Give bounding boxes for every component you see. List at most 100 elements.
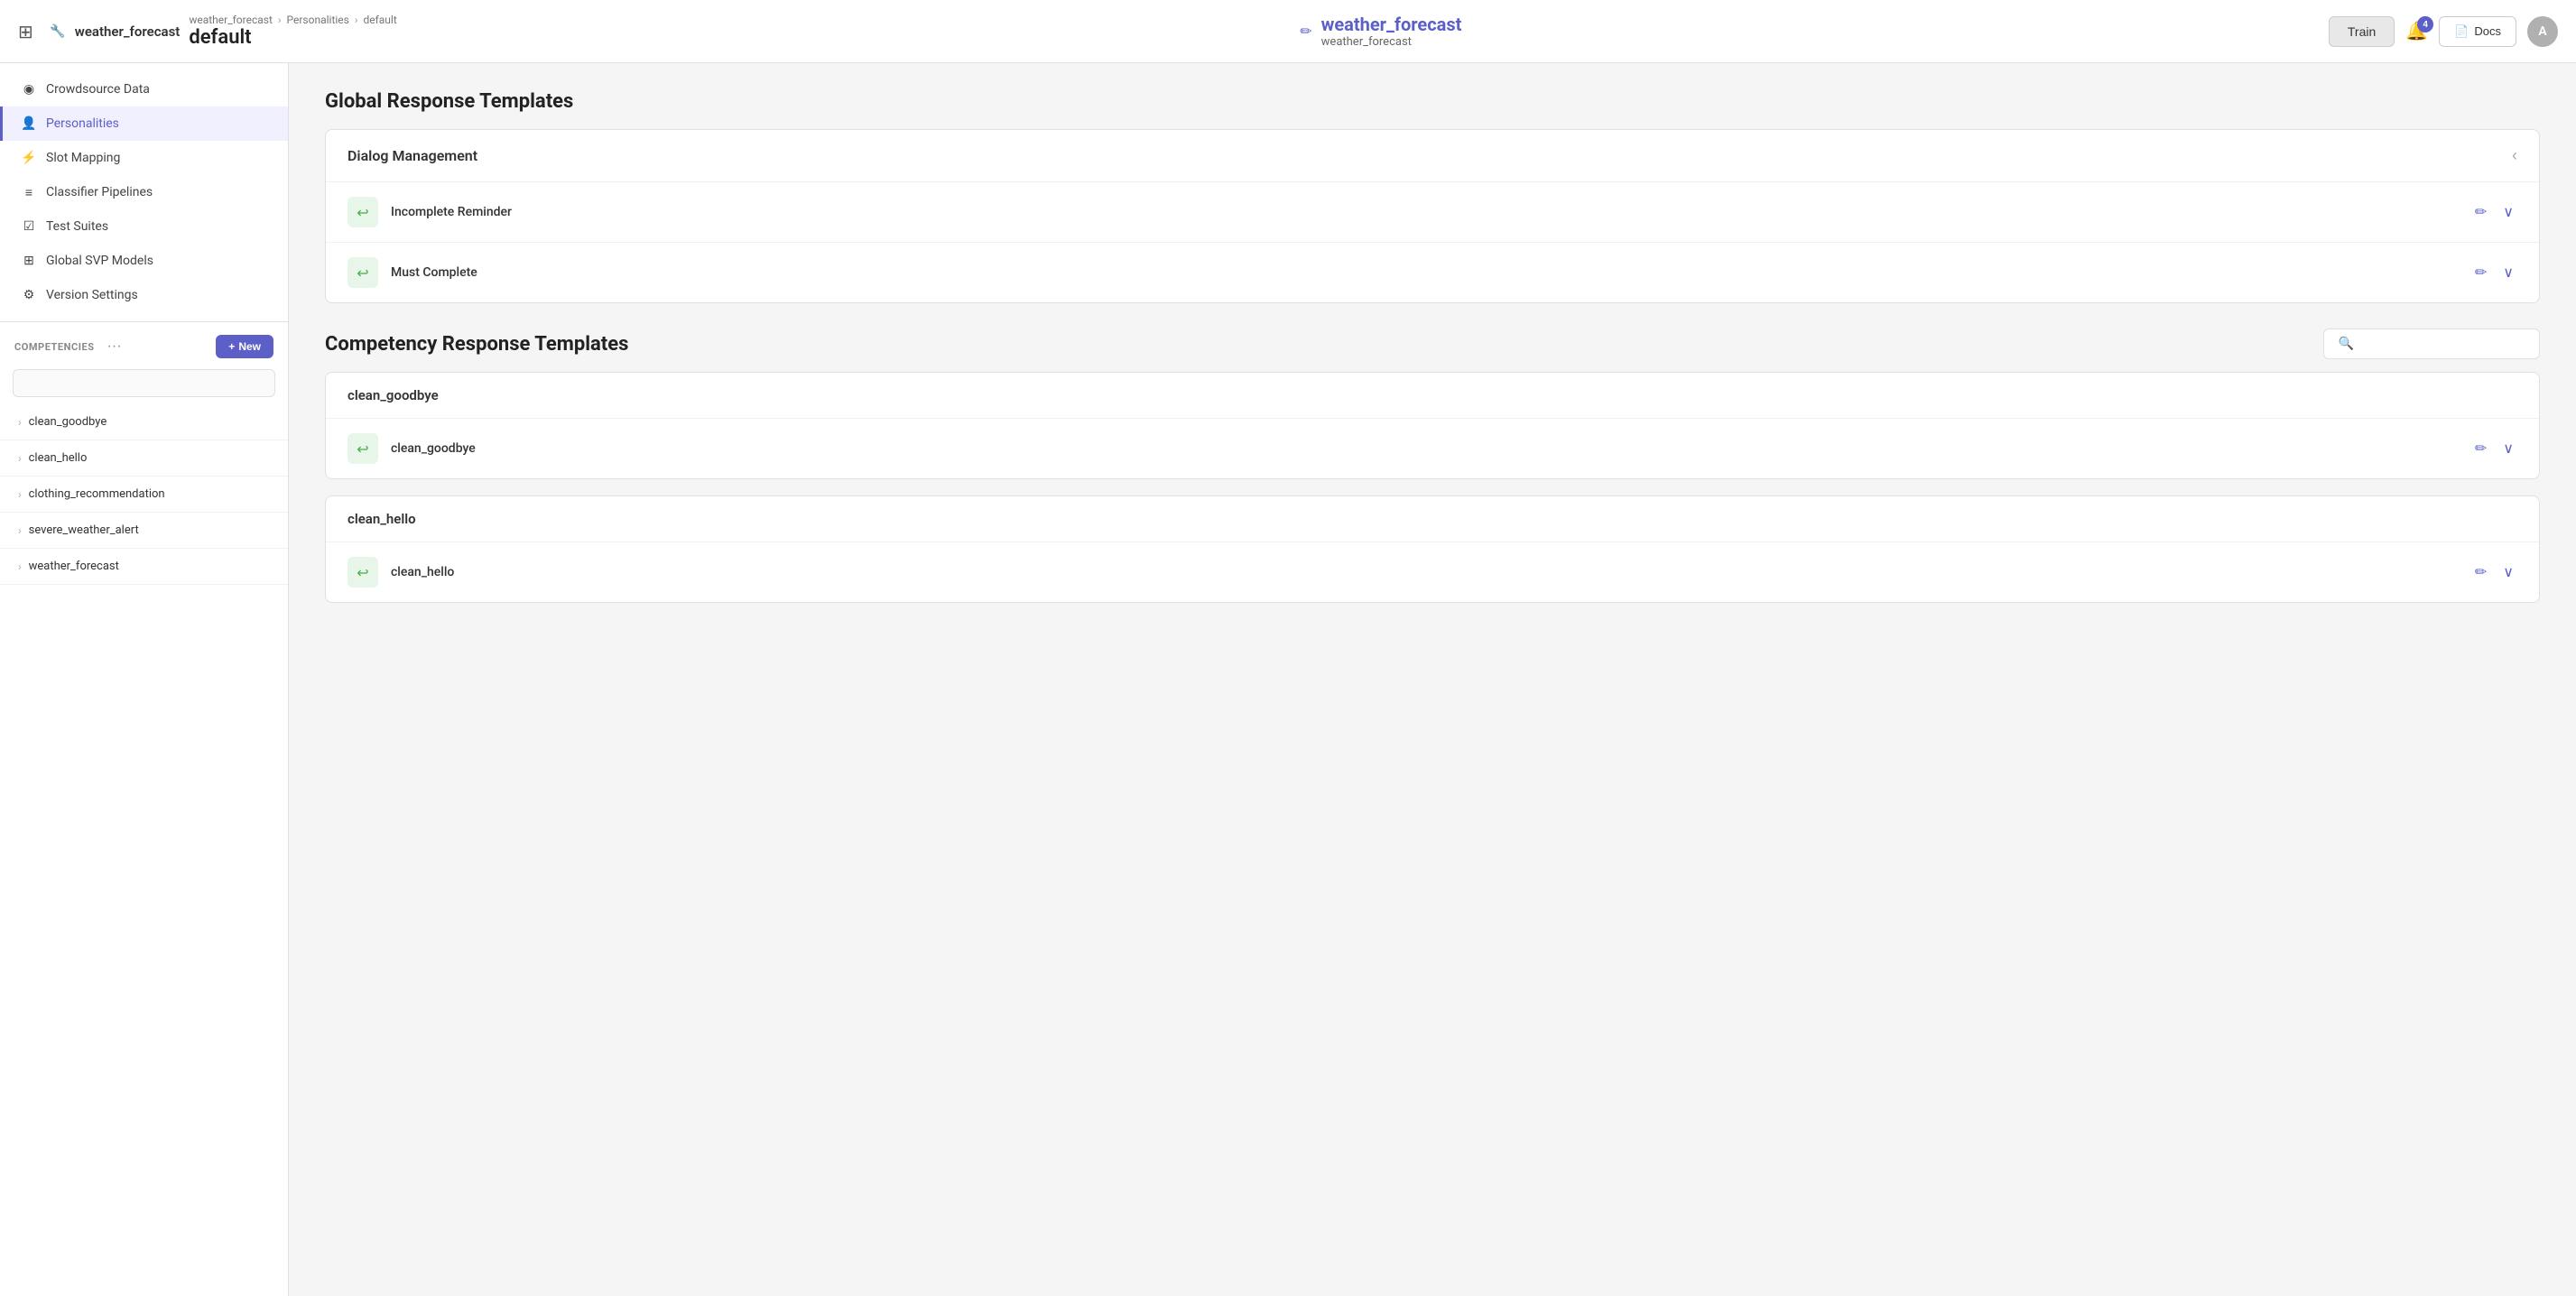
comp-label-weather_forecast: weather_forecast xyxy=(29,560,119,573)
clean-goodbye-edit-button[interactable]: ✏ xyxy=(2471,436,2490,461)
clean-goodbye-expand-button[interactable]: ∨ xyxy=(2499,436,2517,461)
incomplete-reminder-icon: ↩ xyxy=(347,197,378,227)
breadcrumb-project[interactable]: weather_forecast xyxy=(189,14,273,26)
competency-search-input[interactable] xyxy=(2361,337,2525,351)
classifier-pipelines-icon: ≡ xyxy=(21,184,37,200)
must-complete-edit-button[interactable]: ✏ xyxy=(2471,260,2490,285)
sidebar-search-input[interactable] xyxy=(13,369,275,397)
competencies-more-button[interactable]: ··· xyxy=(102,337,127,356)
comp-label-clothing_recommendation: clothing_recommendation xyxy=(29,487,165,501)
competencies-label: COMPETENCIES xyxy=(14,341,95,353)
dialog-management-label: Dialog Management xyxy=(347,147,477,164)
clean-hello-label: clean_hello xyxy=(391,565,2459,579)
sidebar-item-crowdsource[interactable]: ◉ Crowdsource Data xyxy=(0,72,288,106)
must-complete-expand-button[interactable]: ∨ xyxy=(2499,260,2517,285)
main-content: Global Response Templates Dialog Managem… xyxy=(289,63,2576,1296)
docs-icon: 📄 xyxy=(2454,24,2469,39)
header-center: ✏ weather_forecast weather_forecast xyxy=(397,14,2329,49)
version-settings-icon: ⚙ xyxy=(21,287,37,303)
app-title: weather_forecast xyxy=(75,23,181,40)
main-layout: ◉ Crowdsource Data 👤 Personalities ⚡ Slo… xyxy=(0,63,2576,1296)
clean-hello-expand-button[interactable]: ∨ xyxy=(2499,560,2517,585)
sidebar-item-slot-mapping[interactable]: ⚡ Slot Mapping xyxy=(0,141,288,175)
new-competency-button[interactable]: + New xyxy=(216,335,273,358)
clean-goodbye-group: clean_goodbye ↩ clean_goodbye ✏ ∨ xyxy=(325,372,2540,479)
incomplete-reminder-expand-button[interactable]: ∨ xyxy=(2499,199,2517,225)
must-complete-actions: ✏ ∨ xyxy=(2471,260,2517,285)
sidebar-item-test-suites[interactable]: ☑ Test Suites xyxy=(0,209,288,244)
sidebar-item-version-settings[interactable]: ⚙ Version Settings xyxy=(0,278,288,312)
new-label: New xyxy=(238,340,261,353)
competency-list: › clean_goodbye › clean_hello › clothing… xyxy=(0,404,288,585)
clean-goodbye-group-header: clean_goodbye xyxy=(326,373,2539,419)
comp-label-clean_goodbye: clean_goodbye xyxy=(29,415,107,429)
slot-mapping-label: Slot Mapping xyxy=(46,151,120,165)
global-svp-label: Global SVP Models xyxy=(46,254,153,268)
clean-goodbye-template-row: ↩ clean_goodbye ✏ ∨ xyxy=(326,419,2539,478)
breadcrumb-section[interactable]: Personalities xyxy=(287,14,349,26)
global-svp-icon: ⊞ xyxy=(21,253,37,269)
incomplete-reminder-actions: ✏ ∨ xyxy=(2471,199,2517,225)
comp-item-clean_goodbye[interactable]: › clean_goodbye xyxy=(0,404,288,440)
version-settings-label: Version Settings xyxy=(46,288,138,302)
sidebar-item-global-svp[interactable]: ⊞ Global SVP Models xyxy=(0,244,288,278)
test-suites-icon: ☑ xyxy=(21,218,37,235)
sidebar: ◉ Crowdsource Data 👤 Personalities ⚡ Slo… xyxy=(0,63,289,1296)
breadcrumb-path: weather_forecast › Personalities › defau… xyxy=(189,14,396,26)
sidebar-nav: ◉ Crowdsource Data 👤 Personalities ⚡ Slo… xyxy=(0,63,288,322)
header-right: Train 🔔 4 📄 Docs A xyxy=(2329,16,2558,47)
comp-item-weather_forecast[interactable]: › weather_forecast xyxy=(0,549,288,585)
comp-item-clothing_recommendation[interactable]: › clothing_recommendation xyxy=(0,477,288,513)
competencies-section-header: COMPETENCIES ··· + New xyxy=(0,322,288,366)
train-button[interactable]: Train xyxy=(2329,16,2395,47)
incomplete-reminder-edit-button[interactable]: ✏ xyxy=(2471,199,2490,225)
comp-item-severe_weather_alert[interactable]: › severe_weather_alert xyxy=(0,513,288,549)
wrench-icon: 🔧 xyxy=(50,23,66,40)
header-left: ⊞ 🔧 weather_forecast weather_forecast › … xyxy=(18,14,397,49)
dialog-management-header: Dialog Management ‹ xyxy=(326,130,2539,182)
comp-label-severe_weather_alert: severe_weather_alert xyxy=(29,523,139,537)
clean-hello-edit-button[interactable]: ✏ xyxy=(2471,560,2490,585)
apps-icon[interactable]: ⊞ xyxy=(18,21,33,42)
comp-chevron-weather_forecast: › xyxy=(18,560,22,573)
notification-button[interactable]: 🔔 4 xyxy=(2405,20,2428,42)
clean-goodbye-label: clean_goodbye xyxy=(391,441,2459,456)
breadcrumb: weather_forecast › Personalities › defau… xyxy=(189,14,396,49)
sidebar-item-classifier-pipelines[interactable]: ≡ Classifier Pipelines xyxy=(0,175,288,209)
clean-hello-template-row: ↩ clean_hello ✏ ∨ xyxy=(326,542,2539,602)
project-name-display: weather_forecast weather_forecast xyxy=(1321,14,1462,49)
breadcrumb-current[interactable]: default xyxy=(363,14,396,26)
competency-search-container: 🔍 xyxy=(2323,329,2540,359)
edit-pencil-icon[interactable]: ✏ xyxy=(1300,23,1311,40)
competencies-header-left: COMPETENCIES ··· xyxy=(14,337,127,356)
classifier-pipelines-label: Classifier Pipelines xyxy=(46,185,153,199)
avatar[interactable]: A xyxy=(2527,16,2558,47)
competency-response-title: Competency Response Templates xyxy=(325,333,628,356)
comp-chevron-severe_weather_alert: › xyxy=(18,524,22,537)
crowdsource-icon: ◉ xyxy=(21,81,37,97)
docs-button[interactable]: 📄 Docs xyxy=(2439,16,2516,47)
plus-icon: + xyxy=(228,340,235,353)
must-complete-label: Must Complete xyxy=(391,265,2459,280)
project-sub: weather_forecast xyxy=(1321,35,1462,49)
dialog-management-collapse[interactable]: ‹ xyxy=(2512,146,2517,165)
dialog-management-card: Dialog Management ‹ ↩ Incomplete Reminde… xyxy=(325,129,2540,303)
comp-chevron-clothing_recommendation: › xyxy=(18,488,22,501)
crowdsource-label: Crowdsource Data xyxy=(46,82,150,97)
comp-item-clean_hello[interactable]: › clean_hello xyxy=(0,440,288,477)
test-suites-label: Test Suites xyxy=(46,219,108,234)
sidebar-search-container xyxy=(0,366,288,404)
clean-goodbye-actions: ✏ ∨ xyxy=(2471,436,2517,461)
docs-label: Docs xyxy=(2474,24,2501,38)
comp-chevron-clean_goodbye: › xyxy=(18,416,22,429)
breadcrumb-arrow-2: › xyxy=(355,14,358,26)
sidebar-item-personalities[interactable]: 👤 Personalities xyxy=(0,106,288,141)
page-title: default xyxy=(189,26,396,49)
comp-label-clean_hello: clean_hello xyxy=(29,451,88,465)
breadcrumb-arrow-1: › xyxy=(278,14,282,26)
app-header: ⊞ 🔧 weather_forecast weather_forecast › … xyxy=(0,0,2576,63)
incomplete-reminder-row: ↩ Incomplete Reminder ✏ ∨ xyxy=(326,182,2539,243)
competency-response-section: Competency Response Templates 🔍 clean_go… xyxy=(325,329,2540,603)
competency-response-header: Competency Response Templates 🔍 xyxy=(325,329,2540,359)
must-complete-icon: ↩ xyxy=(347,257,378,288)
